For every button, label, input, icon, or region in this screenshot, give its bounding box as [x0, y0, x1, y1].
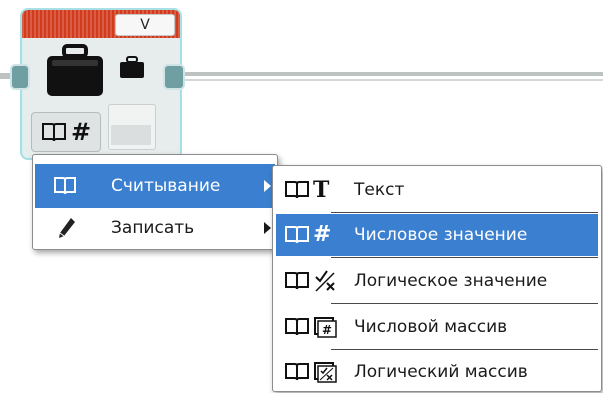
- menu-item-label: Записать: [111, 218, 195, 238]
- mode-menu: Считывание Записать: [32, 154, 278, 250]
- submenu-item-numeric-value[interactable]: # Числовое значение: [276, 214, 598, 256]
- logic-check-x-icon: [284, 268, 337, 294]
- read-submenu: T Текст # Числовое значение Логическое з…: [272, 165, 602, 392]
- submenu-arrow-icon: [264, 222, 271, 234]
- book-icon: [54, 177, 76, 195]
- submenu-arrow-icon: [264, 180, 271, 192]
- submenu-item-logical-value[interactable]: Логическое значение: [276, 260, 598, 302]
- mode-selector-button[interactable]: #: [31, 112, 101, 152]
- output-wire: [178, 72, 603, 76]
- submenu-item-label: Числовой массив: [354, 317, 508, 337]
- sequence-out-port[interactable]: [163, 64, 185, 90]
- text-T-icon: T: [284, 177, 329, 203]
- submenu-item-text[interactable]: T Текст: [276, 169, 598, 211]
- svg-text:#: #: [322, 323, 332, 337]
- output-wire-shadow: [178, 79, 603, 81]
- separator: [331, 303, 598, 304]
- separator: [331, 257, 598, 258]
- menu-item-label: Считывание: [111, 176, 221, 196]
- submenu-item-label: Логическое значение: [354, 271, 548, 291]
- separator: [331, 212, 598, 213]
- submenu-item-label: Числовое значение: [354, 225, 528, 245]
- hash-icon: #: [70, 118, 92, 146]
- briefcase-small-icon: [120, 56, 144, 78]
- submenu-item-label: Текст: [354, 180, 405, 200]
- submenu-item-label: Логический массив: [354, 362, 528, 382]
- file-name-field[interactable]: V: [115, 14, 175, 36]
- value-output-slot-shade: [111, 125, 151, 145]
- hash-icon: #: [284, 222, 331, 248]
- pencil-icon: [59, 218, 75, 238]
- briefcase-icon: [47, 44, 103, 96]
- sequence-in-port[interactable]: [10, 64, 30, 90]
- submenu-item-logical-array[interactable]: Логический массив: [276, 351, 598, 393]
- book-icon: [41, 123, 66, 142]
- separator: [331, 349, 598, 350]
- menu-item-write[interactable]: Записать: [35, 206, 275, 250]
- submenu-item-numeric-array[interactable]: # Числовой массив: [276, 306, 598, 348]
- menu-item-read[interactable]: Считывание: [35, 164, 275, 208]
- numeric-array-icon: #: [284, 314, 337, 340]
- logic-array-icon: [284, 359, 337, 385]
